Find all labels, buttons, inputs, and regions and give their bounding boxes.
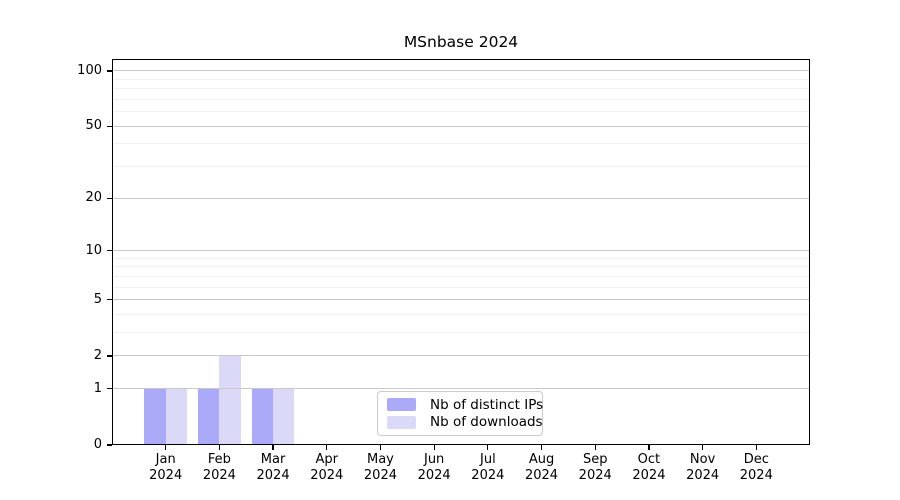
y-axis: 0 1 2 5 10 20 50 100 [0, 59, 112, 452]
y-tick-label: 20 [85, 190, 102, 206]
legend: Nb of distinct IPs Nb of downloads [377, 391, 543, 436]
x-tick-mark [272, 445, 274, 450]
legend-item-distinct-ips: Nb of distinct IPs [387, 396, 543, 414]
x-tick-month: Dec [743, 452, 769, 467]
x-tick-mark [487, 445, 489, 450]
chart-title: MSnbase 2024 [403, 33, 519, 51]
x-tick-mark [701, 445, 704, 450]
y-tick-label: 50 [85, 118, 102, 134]
y-tick-label: 2 [93, 347, 102, 363]
y-tick-label: 10 [85, 242, 102, 258]
x-tick-mark [755, 445, 757, 450]
legend-swatch-downloads [387, 415, 416, 429]
y-tick-label: 0 [93, 437, 102, 452]
plot-area: Nb of distinct IPs Nb of downloads [112, 59, 810, 445]
x-tick-mark [540, 445, 543, 450]
y-tick-label: 1 [93, 380, 102, 396]
x-tick-mark [433, 445, 435, 450]
legend-label-downloads: Nb of downloads [430, 414, 543, 431]
legend-swatch-distinct-ips [387, 398, 416, 412]
x-tick-mark [165, 445, 167, 450]
chart-canvas: MSnbase 2024 Nb of distinct IPs Nb of do… [0, 0, 900, 500]
x-tick-mark [379, 445, 382, 450]
x-axis: Jan 2024 Feb 2024 Mar 2024 Apr 2024 May 2024 Jun 20… [112, 445, 810, 495]
x-tick-mark [594, 445, 596, 450]
legend-item-downloads: Nb of downloads [387, 414, 543, 432]
x-tick-mark [326, 445, 328, 450]
x-tick-mark [648, 445, 650, 450]
x-tick-label: Dec 2024 [724, 452, 788, 483]
x-tick-year: 2024 [739, 467, 773, 483]
y-tick-label: 100 [77, 62, 102, 78]
axis-frame [112, 59, 810, 445]
x-tick-mark [218, 445, 221, 450]
y-tick-label: 5 [93, 291, 102, 307]
legend-label-distinct-ips: Nb of distinct IPs [430, 396, 544, 413]
